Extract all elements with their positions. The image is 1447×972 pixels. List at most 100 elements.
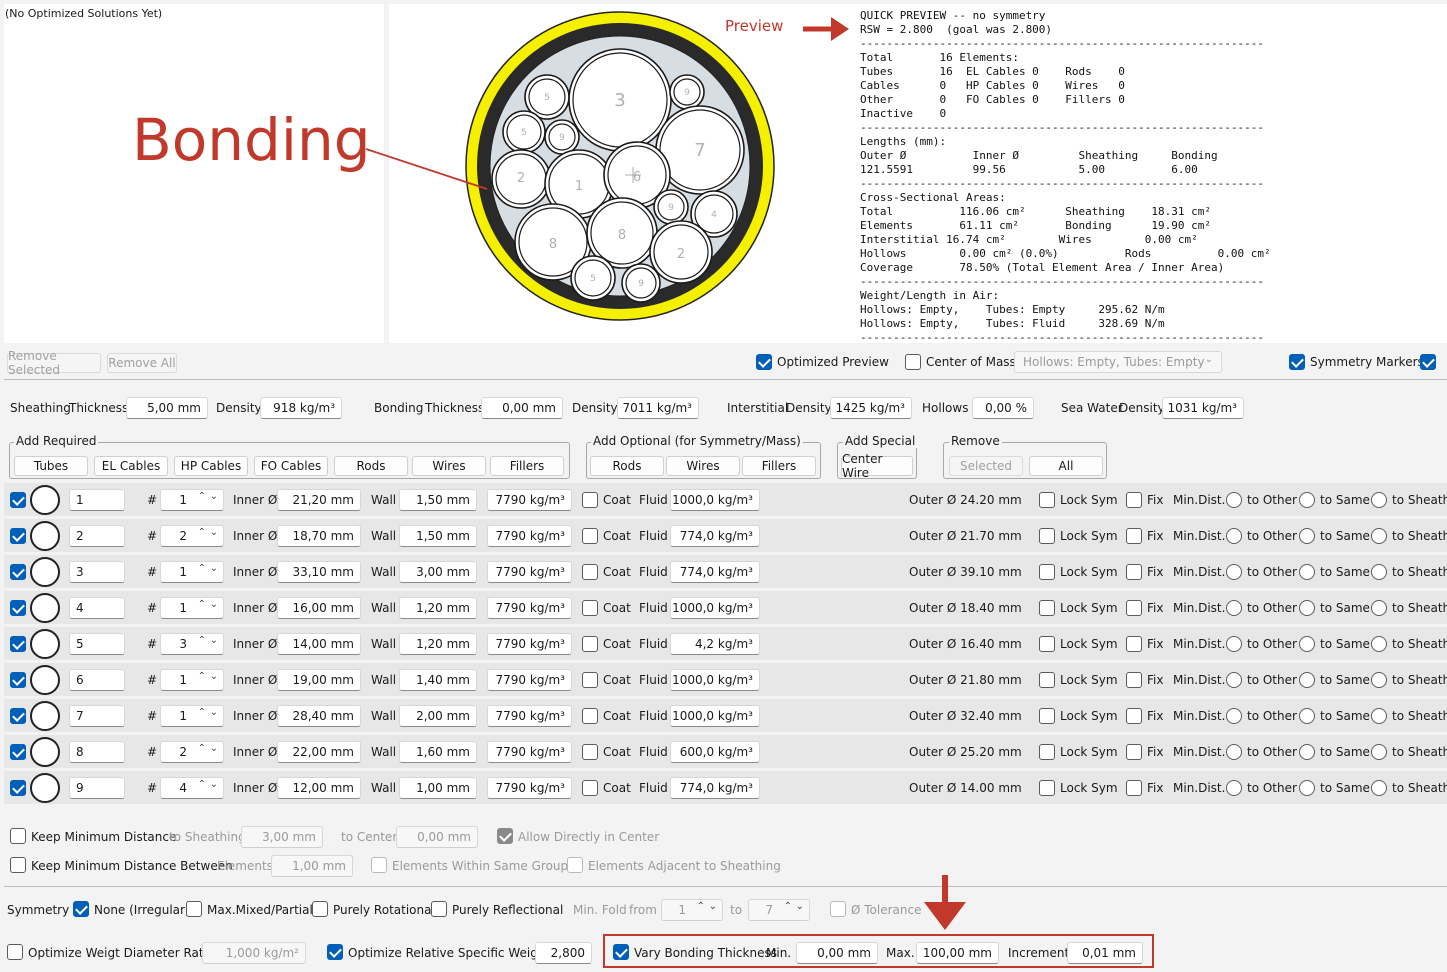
add-wires-button[interactable]: Wires [412,456,486,476]
lock-sym-checkbox[interactable] [1039,492,1055,508]
element-count-stepper[interactable]: 2 ⌃ ⌄ [160,525,224,547]
to-other-radio[interactable] [1226,600,1242,616]
vary-max-input[interactable]: 100,00 mm [916,942,999,964]
bonding-thickness-input[interactable]: 0,00 mm [481,397,563,419]
to-sheath-radio[interactable] [1371,636,1387,652]
coat-checkbox[interactable] [582,636,598,652]
inner-diameter-input[interactable]: 14,00 mm [277,633,361,655]
element-active-checkbox[interactable] [10,672,26,688]
vary-bonding-checkbox[interactable] [613,944,629,960]
add-optional-rods-button[interactable]: Rods [590,456,664,476]
to-sheathing-input[interactable]: 3,00 mm [241,826,323,848]
to-other-radio[interactable] [1226,780,1242,796]
element-active-checkbox[interactable] [10,744,26,760]
add-hp-cables-button[interactable]: HP Cables [174,456,248,476]
to-same-radio[interactable] [1299,492,1315,508]
element-name-input[interactable]: 8 [69,741,125,763]
chevron-down-icon[interactable]: ⌄ [709,901,717,912]
element-count-stepper[interactable]: 4 ⌃ ⌄ [160,777,224,799]
to-other-radio[interactable] [1226,528,1242,544]
fluid-density-input[interactable]: 1000,0 kg/m³ [670,669,760,691]
element-count-stepper[interactable]: 1 ⌃ ⌄ [160,669,224,691]
symmetry-markers-checkbox[interactable] [1289,354,1305,370]
to-sheath-radio[interactable] [1371,528,1387,544]
wall-thickness-input[interactable]: 3,00 mm [399,561,477,583]
optimize-weight-ratio-checkbox[interactable] [7,944,23,960]
element-count-stepper[interactable]: 1 ⌃ ⌄ [160,489,224,511]
add-optional-wires-button[interactable]: Wires [666,456,740,476]
bonding-density-input[interactable]: 7011 kg/m³ [617,397,699,419]
coat-checkbox[interactable] [582,672,598,688]
fix-checkbox[interactable] [1126,744,1142,760]
symmetry-rotational-checkbox[interactable] [312,901,328,917]
add-tubes-button[interactable]: Tubes [14,456,88,476]
chevron-up-icon[interactable]: ⌃ [198,707,206,718]
chevron-down-icon[interactable]: ⌄ [210,779,218,790]
inner-diameter-input[interactable]: 28,40 mm [277,705,361,727]
to-same-radio[interactable] [1299,564,1315,580]
weight-ratio-input[interactable]: 1,000 kg/m² [202,942,306,964]
to-same-radio[interactable] [1299,636,1315,652]
fix-checkbox[interactable] [1126,564,1142,580]
chevron-down-icon[interactable]: ⌄ [796,901,804,912]
fluid-density-input[interactable]: 774,0 kg/m³ [670,777,760,799]
add-optional-fillers-button[interactable]: Fillers [742,456,816,476]
lock-sym-checkbox[interactable] [1039,780,1055,796]
sheathing-thickness-input[interactable]: 5,00 mm [126,397,208,419]
element-density-input[interactable]: 7790 kg/m³ [487,741,572,763]
hollows-select[interactable]: Hollows: Empty, Tubes: Empty ⌄ [1014,351,1222,373]
to-sheath-radio[interactable] [1371,492,1387,508]
element-active-checkbox[interactable] [10,708,26,724]
inner-diameter-input[interactable]: 19,00 mm [277,669,361,691]
keep-min-distance-checkbox[interactable] [10,828,26,844]
allow-center-checkbox[interactable] [497,828,513,844]
elements-distance-input[interactable]: 1,00 mm [271,855,353,877]
fluid-density-input[interactable]: 600,0 kg/m³ [670,741,760,763]
to-sheath-radio[interactable] [1371,780,1387,796]
to-sheath-radio[interactable] [1371,672,1387,688]
inner-diameter-input[interactable]: 22,00 mm [277,741,361,763]
fluid-density-input[interactable]: 1000,0 kg/m³ [670,705,760,727]
lock-sym-checkbox[interactable] [1039,528,1055,544]
to-other-radio[interactable] [1226,492,1242,508]
chevron-down-icon[interactable]: ⌄ [210,707,218,718]
to-sheath-radio[interactable] [1371,744,1387,760]
chevron-down-icon[interactable]: ⌄ [210,743,218,754]
element-density-input[interactable]: 7790 kg/m³ [487,777,572,799]
inner-diameter-input[interactable]: 18,70 mm [277,525,361,547]
to-same-radio[interactable] [1299,780,1315,796]
chevron-down-icon[interactable]: ⌄ [210,671,218,682]
vary-increment-input[interactable]: 0,01 mm [1067,942,1143,964]
to-sheath-radio[interactable] [1371,600,1387,616]
element-active-checkbox[interactable] [10,528,26,544]
to-same-radio[interactable] [1299,528,1315,544]
center-wire-button[interactable]: Center Wire [841,452,913,480]
fluid-density-input[interactable]: 4,2 kg/m³ [670,633,760,655]
element-active-checkbox[interactable] [10,780,26,796]
element-name-input[interactable]: 6 [69,669,125,691]
fluid-density-input[interactable]: 774,0 kg/m³ [670,561,760,583]
tolerance-checkbox[interactable] [830,901,846,917]
lock-sym-checkbox[interactable] [1039,564,1055,580]
to-center-input[interactable]: 0,00 mm [396,826,478,848]
add-fo-cables-button[interactable]: FO Cables [254,456,328,476]
adjacent-sheathing-checkbox[interactable] [567,857,583,873]
wall-thickness-input[interactable]: 1,60 mm [399,741,477,763]
coat-checkbox[interactable] [582,492,598,508]
symmetry-max-mixed-checkbox[interactable] [186,901,202,917]
wall-thickness-input[interactable]: 1,50 mm [399,489,477,511]
to-same-radio[interactable] [1299,600,1315,616]
optimized-preview-checkbox[interactable] [756,354,772,370]
element-count-stepper[interactable]: 1 ⌃ ⌄ [160,597,224,619]
element-name-input[interactable]: 2 [69,525,125,547]
element-density-input[interactable]: 7790 kg/m³ [487,597,572,619]
coat-checkbox[interactable] [582,564,598,580]
wall-thickness-input[interactable]: 1,50 mm [399,525,477,547]
wall-thickness-input[interactable]: 1,00 mm [399,777,477,799]
element-density-input[interactable]: 7790 kg/m³ [487,561,572,583]
to-same-radio[interactable] [1299,744,1315,760]
coat-checkbox[interactable] [582,744,598,760]
element-name-input[interactable]: 7 [69,705,125,727]
element-name-input[interactable]: 5 [69,633,125,655]
fix-checkbox[interactable] [1126,528,1142,544]
